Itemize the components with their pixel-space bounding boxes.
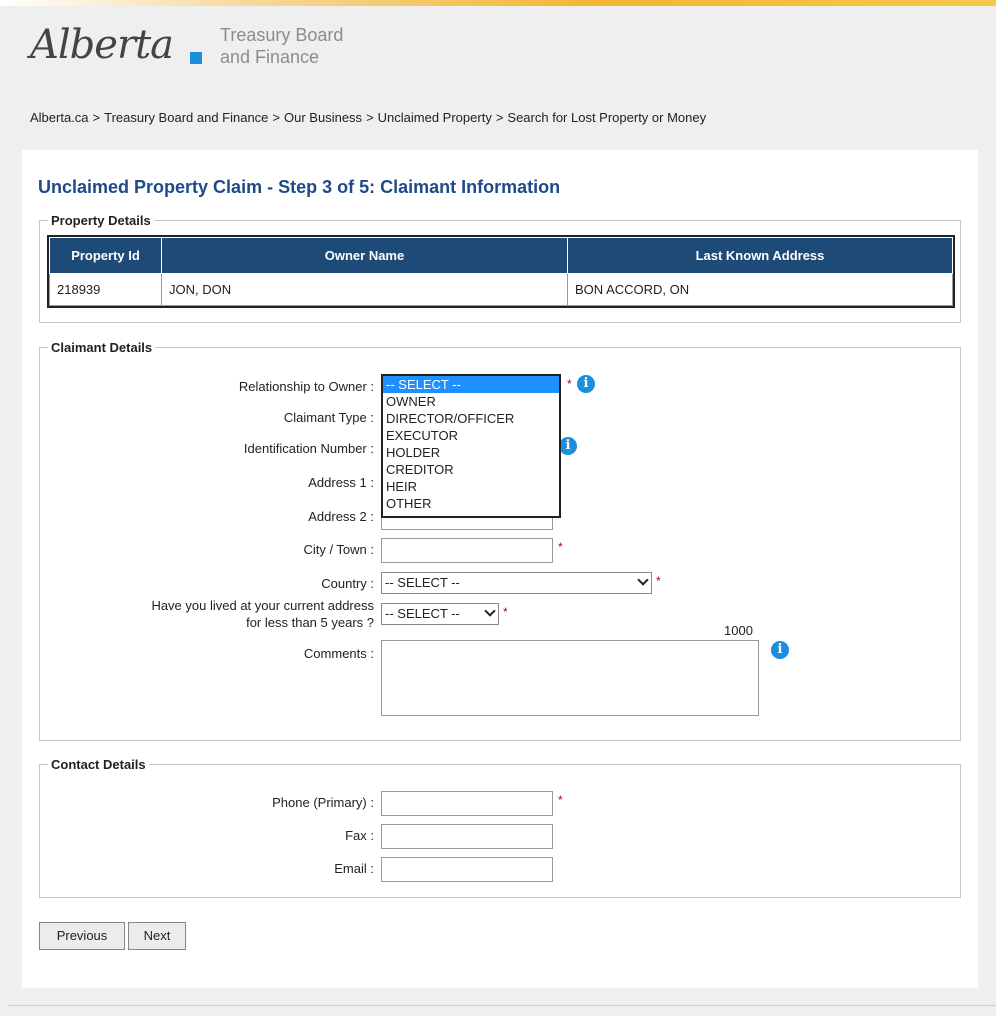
relationship-option-holder[interactable]: HOLDER [383, 444, 559, 461]
relationship-option-owner[interactable]: OWNER [383, 393, 559, 410]
page-bottom-divider [8, 1005, 996, 1006]
country-label: Country : [321, 576, 374, 591]
city-row: City / Town : * [40, 538, 960, 564]
identification-label: Identification Number : [243, 441, 374, 456]
claimant-type-label: Claimant Type : [283, 410, 374, 425]
relationship-option-heir[interactable]: HEIR [383, 478, 559, 495]
address1-label: Address 1 : [308, 475, 374, 490]
city-input[interactable] [381, 538, 553, 563]
cell-owner-name: JON, DON [161, 273, 568, 306]
logo-wordmark: Alberta [30, 22, 174, 68]
address2-label: Address 2 : [308, 509, 374, 524]
country-select[interactable]: -- SELECT -- [381, 572, 652, 594]
breadcrumb-link-unclaimed-property[interactable]: Unclaimed Property [378, 110, 492, 125]
email-label: Email : [334, 861, 374, 876]
relationship-option-select[interactable]: -- SELECT -- [383, 376, 559, 393]
info-icon[interactable]: i [559, 437, 577, 455]
contact-details-legend: Contact Details [48, 757, 149, 772]
property-details-section: Property Details Property Id Owner Name … [39, 213, 961, 323]
cell-property-id: 218939 [49, 273, 162, 306]
main-content-card: Unclaimed Property Claim - Step 3 of 5: … [22, 150, 978, 988]
claimant-details-legend: Claimant Details [48, 340, 156, 355]
relationship-option-creditor[interactable]: CREDITOR [383, 461, 559, 478]
email-input[interactable] [381, 857, 553, 882]
info-icon[interactable]: i [771, 641, 789, 659]
property-details-table: Property Id Owner Name Last Known Addres… [47, 235, 955, 308]
relationship-label: Relationship to Owner : [238, 379, 374, 394]
phone-label: Phone (Primary) : [272, 795, 374, 810]
top-accent-bar [0, 0, 996, 6]
phone-input[interactable] [381, 791, 553, 816]
column-header-last-known-address: Last Known Address [567, 237, 953, 274]
table-row: 218939 JON, DON BON ACCORD, ON [49, 273, 953, 306]
relationship-option-other[interactable]: OTHER [383, 495, 559, 512]
next-button[interactable]: Next [128, 922, 186, 950]
comments-row: Comments : 1000 i [40, 623, 960, 716]
alberta-logo[interactable]: Alberta Treasury Board and Finance [30, 18, 390, 78]
country-row: Country : -- SELECT -- * [40, 572, 960, 598]
comments-char-counter: 1000 [724, 623, 753, 638]
lived-label: Have you lived at your current address f… [151, 598, 374, 630]
phone-row: Phone (Primary) : * [40, 791, 960, 817]
breadcrumb-link-alberta[interactable]: Alberta.ca [30, 110, 89, 125]
chevron-down-icon [637, 574, 649, 586]
relationship-dropdown[interactable]: -- SELECT -- OWNER DIRECTOR/OFFICER EXEC… [381, 374, 561, 518]
required-marker: * [558, 540, 563, 554]
city-label: City / Town : [303, 542, 374, 557]
breadcrumb-link-search[interactable]: Search for Lost Property or Money [507, 110, 706, 125]
fax-label: Fax : [345, 828, 374, 843]
required-marker: * [558, 793, 563, 807]
table-header-row: Property Id Owner Name Last Known Addres… [49, 237, 953, 274]
breadcrumb-link-treasury[interactable]: Treasury Board and Finance [104, 110, 268, 125]
breadcrumb: Alberta.ca > Treasury Board and Finance > Ou… [30, 110, 707, 125]
previous-button[interactable]: Previous [39, 922, 125, 950]
chevron-down-icon [484, 605, 496, 617]
contact-details-section: Contact Details Phone (Primary) : * Fax … [39, 757, 961, 898]
property-details-legend: Property Details [48, 213, 154, 228]
required-marker: * [503, 605, 508, 619]
required-marker: * [656, 574, 661, 588]
column-header-owner-name: Owner Name [161, 237, 568, 274]
column-header-property-id: Property Id [49, 237, 162, 274]
relationship-option-executor[interactable]: EXECUTOR [383, 427, 559, 444]
fax-row: Fax : [40, 824, 960, 850]
logo-square-mark [190, 52, 202, 64]
required-marker: * [567, 377, 572, 391]
comments-label: Comments : [303, 646, 374, 661]
comments-textarea[interactable] [381, 640, 759, 716]
page-title: Unclaimed Property Claim - Step 3 of 5: … [38, 177, 561, 197]
breadcrumb-link-our-business[interactable]: Our Business [284, 110, 362, 125]
cell-last-known-address: BON ACCORD, ON [567, 273, 953, 306]
lived-select[interactable]: -- SELECT -- [381, 603, 499, 625]
department-name: Treasury Board and Finance [220, 25, 344, 67]
lived-row: Have you lived at your current address f… [40, 598, 960, 630]
info-icon[interactable]: i [577, 375, 595, 393]
fax-input[interactable] [381, 824, 553, 849]
relationship-option-director[interactable]: DIRECTOR/OFFICER [383, 410, 559, 427]
email-row: Email : [40, 857, 960, 883]
